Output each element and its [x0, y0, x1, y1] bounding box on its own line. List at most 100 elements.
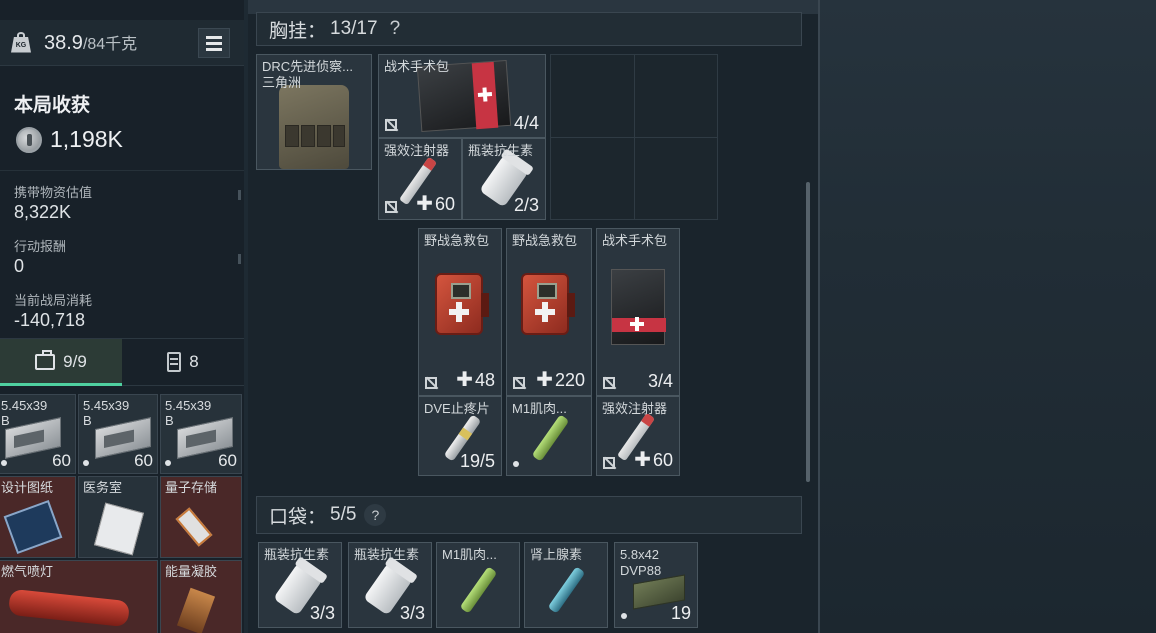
item-name: 5.8x42 [620, 547, 660, 562]
status-dot [83, 460, 89, 466]
status-dot [1, 460, 7, 466]
item-name: 强效注射器 [602, 401, 668, 416]
help-icon[interactable]: ? [390, 18, 401, 40]
item-name: M1肌肉... [512, 401, 567, 416]
vest-name: DRC先进侦察... [262, 59, 354, 74]
item-quantity: 60 [134, 451, 153, 470]
item-name: 野战急救包 [424, 233, 490, 248]
health-plus-icon: ✚ [456, 369, 473, 391]
not-searched-icon [385, 119, 397, 131]
inventory-item-ammo[interactable]: 5.45x39 B 60 [78, 394, 158, 474]
item-quantity: ✚ 220 [536, 369, 585, 391]
item-name: 强效注射器 [384, 143, 450, 158]
document-image [93, 502, 145, 556]
pocket-item-antibiotics[interactable]: 瓶装抗生素 3/3 [258, 542, 342, 628]
pocket-title: 口袋： [269, 506, 327, 528]
pocket-header: 口袋： 5/5 ? [256, 496, 802, 534]
health-plus-icon: ✚ [536, 369, 553, 391]
stat-label-consumption: 当前战局消耗 [14, 293, 93, 308]
item-quantity: 3/3 [399, 603, 425, 623]
coin-icon [16, 126, 42, 153]
tab-safe-box[interactable]: 9/9 [0, 339, 122, 386]
weight-icon: KG [10, 31, 32, 54]
pocket-capacity: 5/5 [330, 504, 357, 525]
adrenaline-image [547, 566, 586, 614]
inventory-item-ammo[interactable]: 5.45x39 B 60 [0, 394, 76, 474]
not-searched-icon [603, 377, 615, 389]
tab-backpack[interactable]: 8 [122, 339, 244, 385]
tab-label: 9/9 [63, 352, 87, 371]
list-menu-button[interactable] [198, 28, 230, 58]
item-quantity: ✚ 60 [634, 449, 673, 471]
pocket-item-antibiotics[interactable]: 瓶装抗生素 3/3 [348, 542, 432, 628]
item-quantity: 4/4 [513, 113, 539, 133]
chest-rig-capacity: 13/17 [330, 18, 378, 39]
inventory-item-surgery-kit[interactable]: 战术手术包 4/4 [378, 54, 546, 138]
scroll-indicator [238, 254, 241, 264]
inventory-item-energy-gel[interactable]: 能量凝胶 [160, 560, 242, 633]
inventory-item-blueprint[interactable]: 设计图纸 [0, 476, 76, 558]
item-name: 瓶装抗生素 [468, 143, 534, 158]
weight-readout: 38.9/84千克 [44, 30, 137, 55]
item-name: DVE止疼片 [424, 401, 490, 416]
inventory-item-infirmary[interactable]: 医务室 [78, 476, 158, 558]
health-plus-icon: ✚ [634, 449, 651, 471]
not-searched-icon [603, 457, 615, 469]
health-plus-icon: ✚ [416, 193, 433, 215]
stat-value-carried-value: 8,322K [14, 202, 72, 222]
item-quantity: 3/3 [309, 603, 335, 623]
surgery-kit-image [611, 269, 666, 345]
item-quantity: ✚ 48 [456, 369, 495, 391]
inventory-item-painkiller[interactable]: DVE止疼片 19/5 [418, 396, 502, 476]
weight-current: 38.9 [44, 32, 83, 54]
item-quantity: 60 [218, 451, 237, 470]
vest-brand: 三角洲 [262, 75, 302, 90]
inventory-tabs: 9/9 8 [0, 338, 244, 386]
item-quantity: 19/5 [459, 451, 495, 471]
item-name: 肾上腺素 [530, 547, 583, 562]
pocket-item-adrenaline[interactable]: 肾上腺素 [524, 542, 608, 628]
inventory-item-strong-injector[interactable]: 强效注射器 ✚ 60 [596, 396, 680, 476]
inventory-item-first-aid-kit[interactable]: 野战急救包 ✚ 48 [418, 228, 502, 396]
scrollbar-thumb[interactable] [806, 182, 810, 482]
item-name: 战术手术包 [384, 59, 450, 74]
not-searched-icon [425, 377, 437, 389]
inventory-item-first-aid-kit[interactable]: 野战急救包 ✚ 220 [506, 228, 592, 396]
blueprint-image [3, 499, 63, 555]
status-dot [513, 461, 519, 467]
item-quantity: 60 [52, 451, 71, 470]
weight-bar: KG 38.9/84千克 [0, 20, 244, 66]
chest-rig-header: 胸挂： 13/17 ? [256, 12, 802, 46]
chest-rig-title: 胸挂： [269, 20, 327, 42]
scroll-indicator [238, 190, 241, 200]
inventory-item-strong-injector[interactable]: 强效注射器 ✚ 60 [378, 138, 462, 220]
item-quantity: ✚ 60 [416, 193, 455, 215]
not-searched-icon [513, 377, 525, 389]
divider [0, 170, 244, 171]
first-aid-kit-image [521, 273, 575, 335]
inventory-item-antibiotics[interactable]: 瓶装抗生素 2/3 [462, 138, 546, 220]
item-quantity: 19 [670, 603, 691, 623]
weight-max: /84千克 [82, 36, 138, 53]
inventory-item-surgery-kit[interactable]: 战术手术包 3/4 [596, 228, 680, 396]
help-icon[interactable]: ? [364, 504, 387, 526]
inventory-item-blowtorch[interactable]: 燃气喷灯 [0, 560, 158, 633]
empty-slot-grid[interactable] [550, 54, 718, 220]
equipped-chest-rig[interactable]: DRC先进侦察... 三角洲 [256, 54, 372, 170]
inventory-item-quantum-storage[interactable]: 量子存储 [160, 476, 242, 558]
status-dot [621, 613, 627, 619]
item-name: 野战急救包 [512, 233, 578, 248]
harvest-value: 1,198K [50, 126, 123, 152]
inventory-item-ammo[interactable]: 5.45x39 B 60 [160, 394, 242, 474]
pocket-item-muscle-stimulant[interactable]: M1肌肉... [436, 542, 520, 628]
inventory-item-muscle-stimulant[interactable]: M1肌肉... [506, 396, 592, 476]
backpack-icon [167, 352, 182, 372]
item-subname: DVP88 [620, 563, 662, 578]
harvest-value-row: 1,198K [16, 126, 123, 153]
storage-drive-image [175, 507, 213, 547]
tab-label: 8 [189, 352, 199, 371]
item-quantity: 3/4 [647, 371, 673, 391]
not-searched-icon [385, 201, 397, 213]
pocket-item-ammo[interactable]: 5.8x42 DVP88 19 [614, 542, 698, 628]
item-name: 战术手术包 [602, 233, 668, 248]
